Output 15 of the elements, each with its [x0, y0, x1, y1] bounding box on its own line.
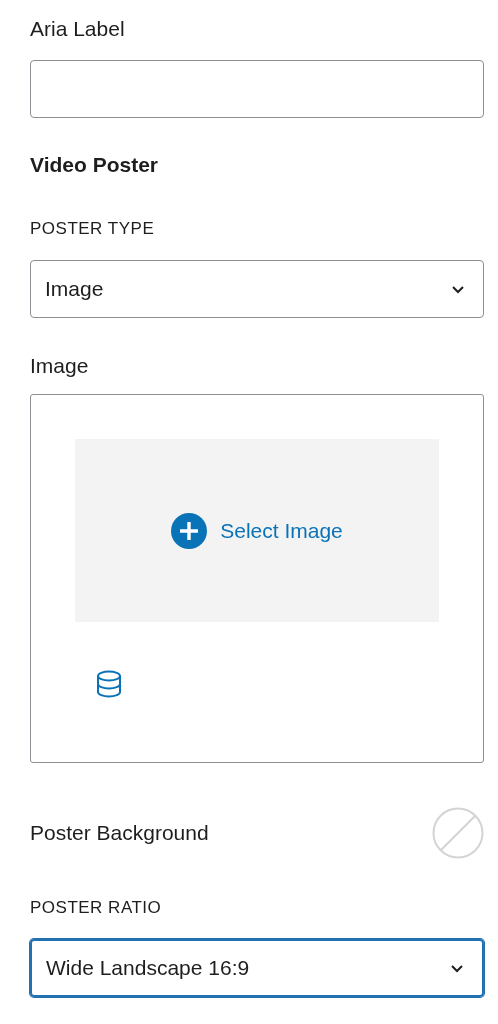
select-field[interactable]: Image	[30, 260, 484, 318]
chevron-down-icon	[450, 963, 464, 973]
field-label: Aria Label	[30, 16, 125, 42]
field-label: POSTER TYPE	[30, 218, 155, 240]
color-swatch[interactable]	[432, 807, 484, 859]
select-image-button[interactable]: Select Image	[171, 512, 343, 549]
select-field[interactable]: Wide Landscape 16:9	[30, 939, 484, 997]
field-label: Image	[30, 353, 89, 379]
field-label: POSTER RATIO	[30, 897, 162, 919]
plus-circle-icon	[171, 512, 208, 549]
section-title: Video Poster	[30, 152, 158, 178]
input-field[interactable]	[30, 60, 484, 118]
field-label: Poster Background	[30, 820, 209, 846]
chevron-down-icon	[451, 284, 465, 294]
database-icon[interactable]	[96, 670, 122, 698]
